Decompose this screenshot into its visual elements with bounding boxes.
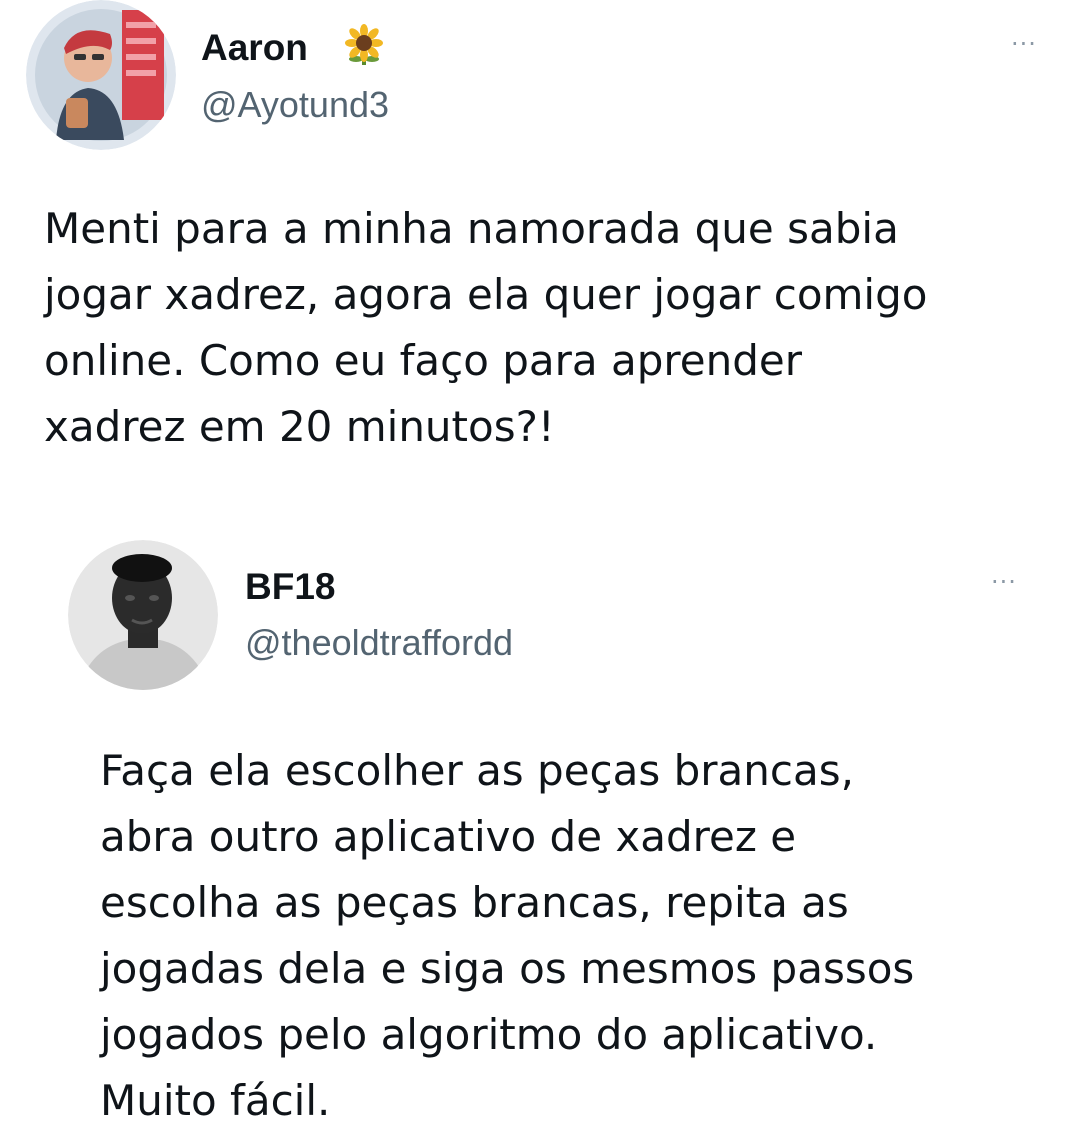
tweet-text-line: xadrez em 20 minutos?! <box>44 402 555 451</box>
sunflower-icon <box>345 24 383 65</box>
tweet-more-options-icon[interactable]: ··· <box>1011 30 1037 58</box>
tweet-author-handle[interactable]: @Ayotund3 <box>201 84 389 126</box>
reply-author-name[interactable]: BF18 <box>245 566 335 608</box>
avatar-photo <box>68 540 218 690</box>
reply-text-line: abra outro aplicativo de xadrez e <box>100 812 797 861</box>
tweet-text-line: online. Como eu faço para aprender <box>44 336 802 385</box>
aaron-avatar[interactable] <box>26 0 176 150</box>
reply-text-line: escolha as peças brancas, repita as <box>100 878 849 927</box>
tweet-text-line: Menti para a minha namorada que sabia <box>44 204 899 253</box>
tweet-text: Menti para a minha namorada que sabia jo… <box>44 196 927 460</box>
reply-text-line: jogados pelo algoritmo do aplicativo. <box>100 1010 878 1059</box>
reply-author-handle[interactable]: @theoldtraffordd <box>245 622 513 664</box>
tweet-text-line: jogar xadrez, agora ela quer jogar comig… <box>44 270 928 319</box>
reply-more-options-icon[interactable]: ··· <box>991 568 1017 596</box>
avatar-illustration <box>26 0 176 150</box>
tweet-author-name[interactable]: Aaron <box>201 27 308 69</box>
reply-text-line: jogadas dela e siga os mesmos passos <box>100 944 915 993</box>
reply-text: Faça ela escolher as peças brancas, abra… <box>100 738 914 1134</box>
reply-text-line: Muito fácil. <box>100 1076 331 1125</box>
bf18-avatar[interactable] <box>68 540 218 690</box>
reply-text-line: Faça ela escolher as peças brancas, <box>100 746 854 795</box>
